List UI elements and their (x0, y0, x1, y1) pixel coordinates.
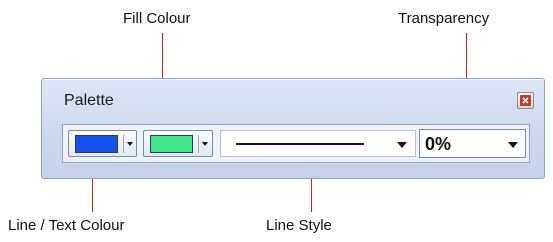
line-style-callout-label: Line Style (266, 217, 332, 234)
transparency-value: 0% (425, 134, 452, 154)
transparency-callout-label: Transparency (398, 10, 490, 27)
split-divider (198, 135, 199, 153)
line-style-sample (236, 143, 364, 145)
palette-panel: Palette 0% (41, 78, 545, 179)
line-text-colour-button[interactable] (68, 130, 137, 157)
close-button[interactable] (517, 92, 534, 109)
close-icon (520, 95, 531, 106)
line-style-dropdown[interactable] (220, 130, 416, 157)
chevron-down-icon (127, 142, 133, 146)
transparency-dropdown[interactable]: 0% (419, 129, 526, 158)
line-text-colour-swatch (75, 135, 118, 153)
chevron-down-icon (202, 142, 208, 146)
chevron-down-icon (508, 142, 518, 148)
line-text-colour-callout-label: Line / Text Colour (8, 217, 125, 234)
palette-toolbar: 0% (62, 124, 530, 163)
fill-colour-callout-label: Fill Colour (123, 10, 191, 27)
fill-colour-button[interactable] (143, 130, 213, 157)
chevron-down-icon (397, 142, 407, 148)
split-divider (123, 135, 124, 153)
palette-title: Palette (64, 92, 114, 109)
fill-colour-swatch (150, 135, 193, 153)
